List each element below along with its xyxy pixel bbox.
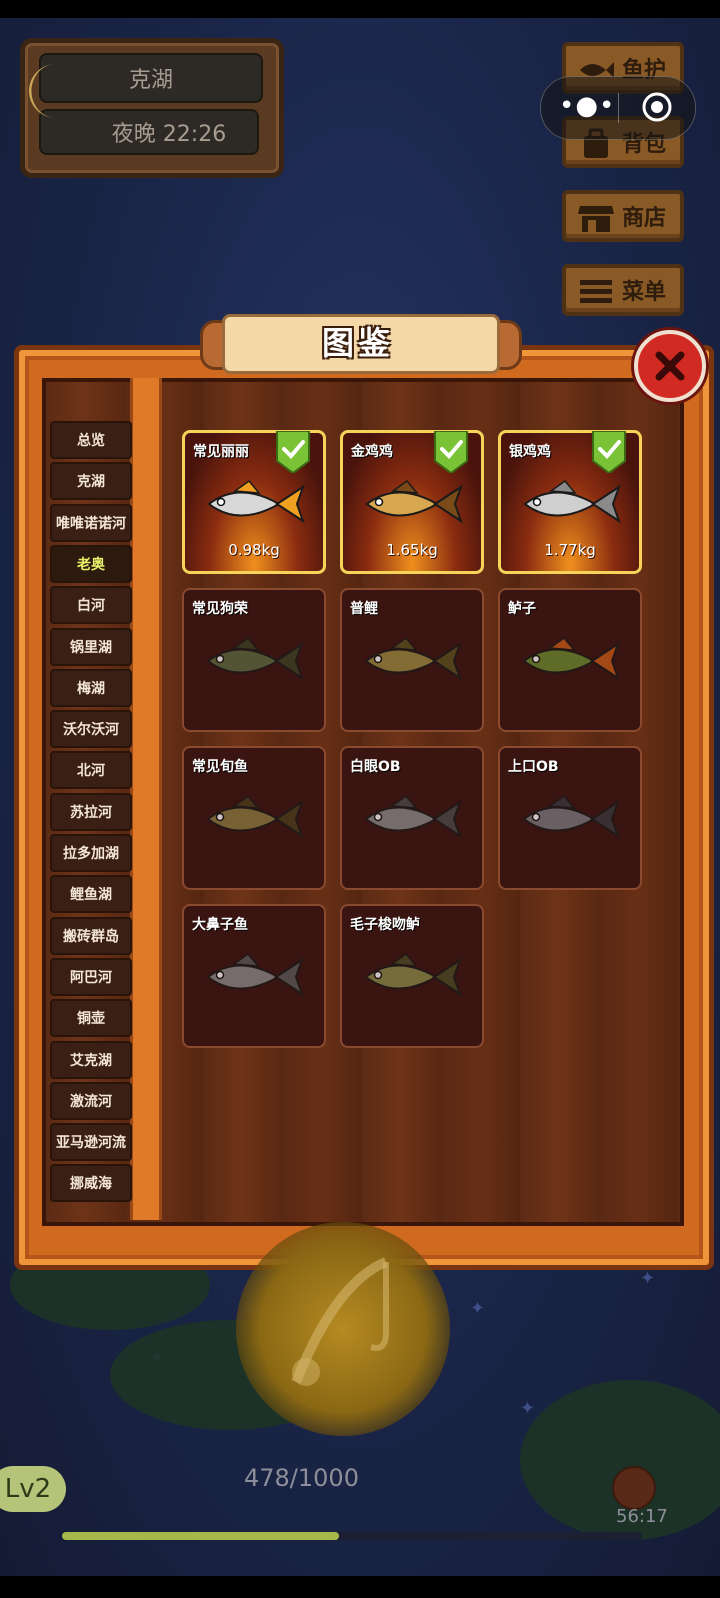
- fish-weight: 1.77kg: [544, 541, 596, 559]
- fish-card[interactable]: 普鲤: [340, 588, 484, 732]
- location-item[interactable]: 拉多加湖: [50, 834, 132, 872]
- fish-card[interactable]: 大鼻子鱼: [182, 904, 326, 1048]
- fish-weight: 0.98kg: [228, 541, 280, 559]
- menu-label: 菜单: [621, 280, 666, 305]
- shop-icon: [578, 206, 614, 232]
- location-item[interactable]: 老奥: [50, 544, 132, 583]
- fish-card[interactable]: 常见丽丽 0.98kg: [182, 430, 326, 574]
- fish-card[interactable]: 银鸡鸡 1.77kg: [498, 430, 642, 574]
- fish-icon: [523, 479, 621, 524]
- fish-name: 普鲤: [350, 601, 378, 617]
- caught-check-icon: [592, 431, 626, 473]
- shop-label: 商店: [621, 206, 666, 231]
- location-item[interactable]: 唯唯诺诺河: [50, 503, 132, 542]
- caught-check-icon: [434, 431, 468, 473]
- location-item[interactable]: 白河: [50, 586, 132, 625]
- location-item[interactable]: 锅里湖: [50, 627, 132, 666]
- xp-text: 478/1000: [244, 1464, 359, 1492]
- modal-title: 图鉴: [321, 324, 394, 362]
- menu-icon: [580, 280, 612, 303]
- fish-name: 金鸡鸡: [351, 444, 393, 460]
- location-item[interactable]: 挪威海: [50, 1164, 132, 1203]
- cast-button[interactable]: [236, 1222, 450, 1436]
- level-badge: Lv2: [0, 1466, 66, 1512]
- location-item[interactable]: 沃尔沃河: [50, 710, 132, 749]
- fish-name: 银鸡鸡: [509, 444, 551, 460]
- location-item[interactable]: 搬砖群岛: [50, 916, 132, 955]
- fish-name: 白眼OB: [350, 759, 401, 775]
- sidebar-rail: [130, 378, 162, 1220]
- fish-name: 上口OB: [508, 759, 559, 775]
- fish-name: 大鼻子鱼: [192, 917, 248, 933]
- fish-icon: [364, 952, 462, 997]
- fish-card[interactable]: 常见旬鱼: [182, 746, 326, 890]
- fish-card[interactable]: 毛子梭吻鲈: [340, 904, 484, 1048]
- more-dots-icon[interactable]: •●•: [559, 91, 614, 125]
- close-icon: [655, 351, 685, 381]
- target-icon[interactable]: [641, 91, 673, 123]
- location-item[interactable]: 梅湖: [50, 668, 132, 707]
- fishing-rod-icon: [291, 1257, 389, 1386]
- location-item[interactable]: 铜壶: [50, 999, 132, 1038]
- location-item[interactable]: 阿巴河: [50, 957, 132, 996]
- fish-weight: 1.65kg: [386, 541, 438, 559]
- lake-name: 克湖: [39, 53, 263, 103]
- fish-icon: [206, 952, 304, 997]
- shop-button[interactable]: 商店: [562, 190, 684, 242]
- fish-icon: [207, 479, 305, 524]
- xp-fill: [62, 1532, 339, 1540]
- fish-icon: [364, 794, 462, 839]
- location-item[interactable]: 苏拉河: [50, 792, 132, 831]
- fish-icon: [206, 794, 304, 839]
- fish-icon: [522, 794, 620, 839]
- fish-name: 鲈子: [508, 601, 536, 617]
- status-bar: [0, 0, 720, 18]
- fish-name: 毛子梭吻鲈: [350, 917, 420, 933]
- close-button[interactable]: [634, 330, 706, 402]
- fish-icon: [522, 636, 620, 681]
- moon-icon: [29, 64, 56, 118]
- fish-icon: [364, 636, 462, 681]
- fish-name: 常见狗荣: [192, 601, 248, 617]
- fish-icon: [365, 479, 463, 524]
- bait-timer: 56:17: [616, 1506, 668, 1527]
- time-display: 夜晚 22:26: [39, 109, 259, 155]
- capsule-divider: [618, 93, 619, 123]
- location-item[interactable]: 激流河: [50, 1081, 132, 1120]
- fish-card[interactable]: 白眼OB: [340, 746, 484, 890]
- location-item[interactable]: 北河: [50, 751, 132, 790]
- nav-bar: [0, 1576, 720, 1598]
- bait-icon[interactable]: [612, 1466, 656, 1510]
- menu-button[interactable]: 菜单: [562, 264, 684, 316]
- location-item[interactable]: 艾克湖: [50, 1040, 132, 1079]
- fish-card[interactable]: 鲈子: [498, 588, 642, 732]
- fish-name: 常见旬鱼: [192, 759, 248, 775]
- fish-card[interactable]: 常见狗荣: [182, 588, 326, 732]
- fish-name: 常见丽丽: [193, 444, 249, 460]
- fish-icon: [206, 636, 304, 681]
- location-item[interactable]: 鲤鱼湖: [50, 875, 132, 914]
- location-item[interactable]: 亚马逊河流: [50, 1123, 132, 1162]
- fish-card[interactable]: 上口OB: [498, 746, 642, 890]
- location-item[interactable]: 克湖: [50, 462, 132, 501]
- caught-check-icon: [276, 431, 310, 473]
- location-item[interactable]: 总览: [50, 421, 132, 459]
- miniprogram-capsule: •●•: [540, 76, 696, 140]
- fish-card[interactable]: 金鸡鸡 1.65kg: [340, 430, 484, 574]
